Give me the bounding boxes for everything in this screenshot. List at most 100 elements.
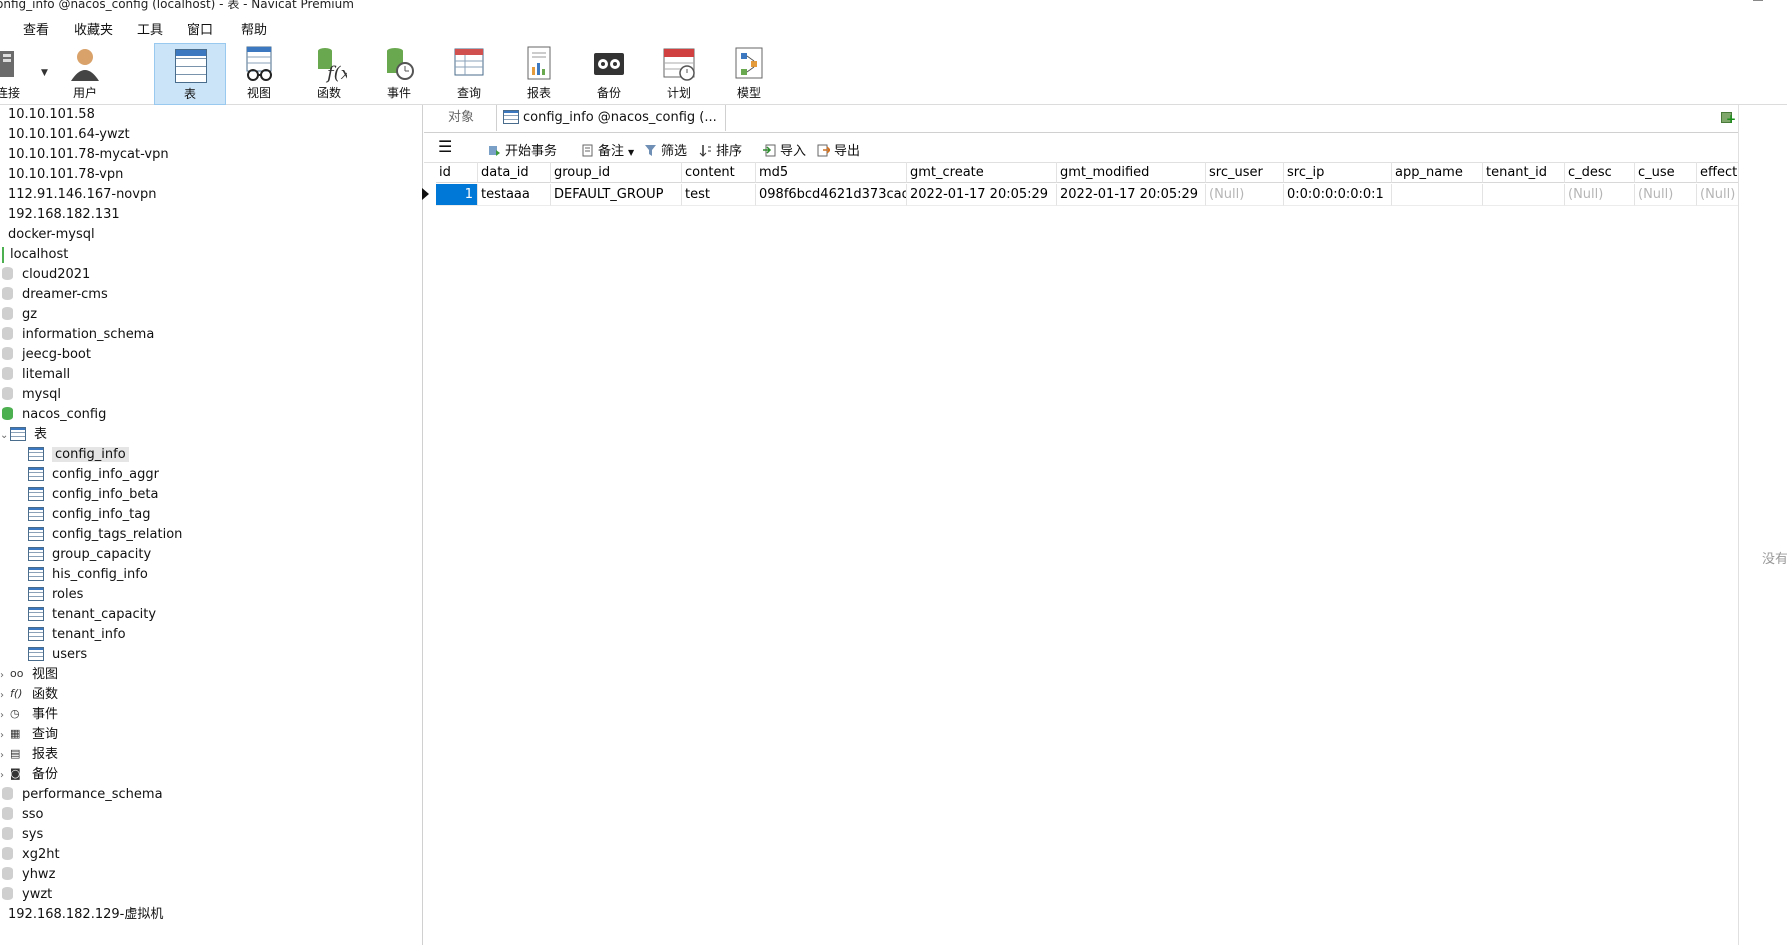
tree-events-group[interactable]: › ◷ 事件 (0, 705, 58, 725)
toolbar-table-button[interactable]: 表 (154, 43, 226, 105)
tree-functions-group[interactable]: › f() 函数 (0, 685, 58, 705)
cell-src-user[interactable]: (Null) (1206, 184, 1284, 206)
tab-objects[interactable]: 对象 (448, 105, 474, 131)
tree-database[interactable]: performance_schema (2, 785, 163, 805)
tree-database[interactable]: sso (2, 805, 44, 825)
tree-backups-group[interactable]: › ◙ 备份 (0, 765, 58, 785)
tree-database[interactable]: sys (2, 825, 43, 845)
cell-id[interactable]: 1 (436, 184, 478, 206)
cell-c-desc[interactable]: (Null) (1565, 184, 1635, 206)
cell-content[interactable]: test (682, 184, 756, 206)
toolbar-view-button[interactable]: 视图 (224, 43, 294, 103)
tree-database[interactable]: gz (2, 305, 37, 325)
tree-connection[interactable]: 10.10.101.64-ywzt (8, 125, 130, 145)
column-header-gmt-create[interactable]: gmt_create (907, 162, 1057, 183)
tree-tables-group[interactable]: ⌄ 表 (0, 425, 47, 445)
tree-queries-group[interactable]: › ▦ 查询 (0, 725, 58, 745)
tree-connection[interactable]: docker-mysql (8, 225, 95, 245)
tab-config-info[interactable]: config_info @nacos_config (... (496, 105, 726, 131)
tree-table-item[interactable]: config_info_aggr (28, 465, 159, 485)
menu-icon[interactable]: ☰ (438, 137, 452, 156)
tree-database[interactable]: ywzt (2, 885, 52, 905)
tree-table-item[interactable]: config_info_beta (28, 485, 158, 505)
column-header-md5[interactable]: md5 (756, 162, 907, 183)
export-button[interactable]: 导出 (817, 140, 860, 159)
toolbar-schedule-button[interactable]: 计划 (644, 43, 714, 103)
memo-dropdown-icon[interactable]: ▼ (628, 148, 634, 157)
menu-window[interactable]: 窗口 (187, 19, 213, 38)
chevron-right-icon[interactable]: › (0, 686, 10, 706)
connection-dropdown-icon[interactable]: ▼ (41, 68, 48, 78)
menu-tools[interactable]: 工具 (137, 19, 163, 38)
toolbar-user-button[interactable]: 用户 (50, 43, 120, 103)
toolbar-backup-button[interactable]: 备份 (574, 43, 644, 103)
column-header-effect[interactable]: effect (1697, 162, 1739, 183)
sort-button[interactable]: 排序 (699, 140, 742, 159)
tree-connection[interactable]: 192.168.182.129-虚拟机 (8, 905, 163, 925)
tree-database[interactable]: mysql (2, 385, 61, 405)
minimize-button[interactable] (1753, 0, 1763, 1)
chevron-right-icon[interactable]: › (0, 666, 10, 686)
memo-button[interactable]: 备注 ▼ (581, 140, 634, 159)
column-header-src-user[interactable]: src_user (1206, 162, 1284, 183)
tree-connection[interactable]: 10.10.101.78-mycat-vpn (8, 145, 169, 165)
tree-connection[interactable]: 192.168.182.131 (8, 205, 120, 225)
cell-effect[interactable]: (Null) (1697, 184, 1739, 206)
chevron-right-icon[interactable]: › (0, 766, 10, 786)
column-header-gmt-modified[interactable]: gmt_modified (1057, 162, 1206, 183)
toolbar-model-button[interactable]: 模型 (714, 43, 784, 103)
column-header-tenant-id[interactable]: tenant_id (1483, 162, 1565, 183)
column-header-app-name[interactable]: app_name (1392, 162, 1483, 183)
toolbar-function-button[interactable]: f(x) 函数 (294, 43, 364, 103)
cell-tenant-id[interactable] (1483, 184, 1565, 206)
cell-md5[interactable]: 098f6bcd4621d373cade4 (756, 184, 907, 206)
tree-table-item[interactable]: his_config_info (28, 565, 148, 585)
tree-database[interactable]: jeecg-boot (2, 345, 91, 365)
tree-connection[interactable]: 112.91.146.167-novpn (8, 185, 156, 205)
import-button[interactable]: 导入 (763, 140, 806, 159)
tree-table-item[interactable]: group_capacity (28, 545, 151, 565)
cell-c-use[interactable]: (Null) (1635, 184, 1697, 206)
cell-gmt-modified[interactable]: 2022-01-17 20:05:29 (1057, 184, 1206, 206)
table-row[interactable]: 1 testaaa DEFAULT_GROUP test 098f6bcd462… (422, 184, 1739, 206)
chevron-right-icon[interactable]: › (0, 746, 10, 766)
column-header-c-use[interactable]: c_use (1635, 162, 1697, 183)
column-header-src-ip[interactable]: src_ip (1284, 162, 1392, 183)
toolbar-event-button[interactable]: 事件 (364, 43, 434, 103)
tree-table-item[interactable]: config_tags_relation (28, 525, 182, 545)
tree-table-item[interactable]: config_info (28, 445, 129, 465)
tree-database[interactable]: dreamer-cms (2, 285, 108, 305)
tree-table-item[interactable]: config_info_tag (28, 505, 150, 525)
column-header-data-id[interactable]: data_id (478, 162, 551, 183)
toolbar-report-button[interactable]: 报表 (504, 43, 574, 103)
tree-database[interactable]: litemall (2, 365, 70, 385)
menu-help[interactable]: 帮助 (241, 19, 267, 38)
tree-table-item[interactable]: tenant_capacity (28, 605, 156, 625)
tree-table-item[interactable]: tenant_info (28, 625, 126, 645)
tree-connection[interactable]: 10.10.101.58 (8, 105, 95, 125)
tree-database[interactable]: information_schema (2, 325, 154, 345)
tree-reports-group[interactable]: › ▤ 报表 (0, 745, 58, 765)
tree-table-item[interactable]: users (28, 645, 87, 665)
begin-transaction-button[interactable]: 开始事务 (488, 140, 557, 159)
tree-database[interactable]: cloud2021 (2, 265, 90, 285)
cell-group-id[interactable]: DEFAULT_GROUP (551, 184, 682, 206)
column-header-content[interactable]: content (682, 162, 756, 183)
cell-gmt-create[interactable]: 2022-01-17 20:05:29 (907, 184, 1057, 206)
chevron-right-icon[interactable]: › (0, 706, 10, 726)
cell-src-ip[interactable]: 0:0:0:0:0:0:0:1 (1284, 184, 1392, 206)
tree-database[interactable]: yhwz (2, 865, 55, 885)
menu-favorites[interactable]: 收藏夹 (74, 19, 113, 38)
new-tab-icon[interactable] (1719, 110, 1736, 126)
tree-connection[interactable]: 10.10.101.78-vpn (8, 165, 123, 185)
menu-view[interactable]: 查看 (23, 19, 49, 38)
toolbar-query-button[interactable]: 查询 (434, 43, 504, 103)
cell-data-id[interactable]: testaaa (478, 184, 551, 206)
cell-app-name[interactable] (1392, 184, 1483, 206)
tree-views-group[interactable]: › oo 视图 (0, 665, 58, 685)
column-header-group-id[interactable]: group_id (551, 162, 682, 183)
column-header-id[interactable]: id (436, 162, 478, 183)
column-header-c-desc[interactable]: c_desc (1565, 162, 1635, 183)
filter-button[interactable]: 筛选 (644, 140, 687, 159)
chevron-down-icon[interactable]: ⌄ (0, 426, 10, 446)
